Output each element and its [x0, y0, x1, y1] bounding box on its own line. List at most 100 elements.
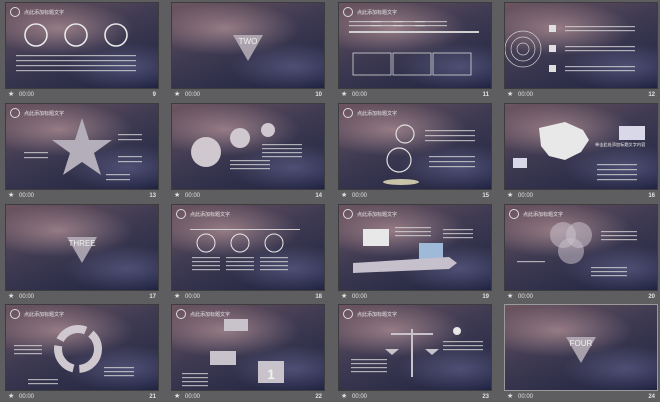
slide-preview[interactable]: 点此添加标题文字: [505, 205, 657, 290]
text-line: [425, 130, 475, 132]
slide-preview[interactable]: 点此添加标题文字: [339, 3, 491, 88]
header-badge: [176, 209, 186, 219]
slide-preview[interactable]: [505, 3, 657, 88]
text-line: [24, 157, 48, 159]
slide-thumbnail-22[interactable]: 1 点此添加标题文字 ★ 00:00 22: [172, 305, 324, 402]
slide-footer: ★ 00:00 22: [172, 392, 324, 402]
slide-header: 点此添加标题文字: [343, 7, 397, 17]
slide-title: 点此添加标题文字: [523, 211, 564, 218]
text-line: [226, 265, 254, 267]
slide-preview[interactable]: 单击此处添加标题文字内容: [505, 104, 657, 189]
slide-timing: 00:00: [518, 193, 534, 199]
slide-preview[interactable]: 点此添加标题文字: [6, 3, 158, 88]
star-icon[interactable]: ★: [8, 91, 14, 99]
slide-preview[interactable]: THREE: [6, 205, 158, 290]
header-badge: [343, 209, 353, 219]
slide-thumbnail-15[interactable]: 点此添加标题文字 ★ 00:00 15: [339, 104, 491, 201]
slide-timing: 00:00: [19, 193, 35, 199]
section-label: FOUR: [570, 339, 593, 348]
star-icon[interactable]: ★: [8, 192, 14, 200]
text-line: [28, 383, 58, 385]
slide-title: 点此添加标题文字: [357, 110, 398, 117]
slide-preview[interactable]: 1 点此添加标题文字: [172, 305, 324, 390]
slide-thumbnail-23[interactable]: 点此添加标题文字 ★ 00:00 23: [339, 305, 491, 402]
slide-thumbnail-19[interactable]: 点此添加标题文字 ★ 00:00 19: [339, 205, 491, 302]
text-line: [395, 227, 431, 229]
progress-ring: [64, 23, 88, 47]
text-line: [96, 65, 136, 67]
slide-title: 点此添加标题文字: [357, 311, 398, 318]
slide-thumbnail-13[interactable]: 点此添加标题文字 ★ 00:00 13: [6, 104, 158, 201]
slide-number: 17: [149, 294, 156, 300]
star-icon[interactable]: ★: [8, 293, 14, 301]
slide-number: 20: [648, 294, 655, 300]
slide-thumbnail-18[interactable]: 点此添加标题文字 ★ 00:00 18: [172, 205, 324, 302]
text-line: [443, 229, 473, 231]
text-line: [96, 60, 136, 62]
flow-box: [224, 319, 248, 331]
slide-number: 11: [482, 92, 489, 98]
slide-preview[interactable]: [172, 104, 324, 189]
slide-thumbnail-11[interactable]: 点此添加标题文字 ★ 00:00 11: [339, 3, 491, 100]
text-line: [226, 261, 254, 263]
text-line: [106, 174, 130, 176]
star-icon[interactable]: ★: [341, 91, 347, 99]
slide-preview[interactable]: 点此添加标题文字: [6, 104, 158, 189]
slide-thumbnail-24[interactable]: FOUR ★ 00:00 24: [505, 305, 657, 402]
timeline-box: [352, 52, 392, 76]
icon-ring: [230, 233, 250, 253]
slide-preview[interactable]: 点此添加标题文字: [339, 205, 491, 290]
text-line: [106, 179, 130, 181]
slide-number: 12: [648, 92, 655, 98]
star-icon[interactable]: ★: [174, 192, 180, 200]
slide-preview[interactable]: 点此添加标题文字: [172, 205, 324, 290]
section-label: THREE: [68, 239, 95, 248]
star-icon[interactable]: ★: [341, 192, 347, 200]
text-line: [16, 60, 56, 62]
star-icon[interactable]: ★: [507, 192, 513, 200]
slide-timing: 00:00: [185, 294, 201, 300]
slide-thumbnail-12[interactable]: ★ 00:00 12: [505, 3, 657, 100]
slide-thumbnail-20[interactable]: 点此添加标题文字 ★ 00:00 20: [505, 205, 657, 302]
slide-footer: ★ 00:00 12: [505, 90, 657, 100]
star-icon[interactable]: ★: [174, 293, 180, 301]
slide-graphics: THREE: [67, 237, 97, 263]
text-line: [182, 385, 208, 387]
text-line: [601, 239, 637, 241]
slide-thumbnail-14[interactable]: ★ 00:00 14: [172, 104, 324, 201]
slide-footer: ★ 00:00 13: [6, 191, 158, 201]
star-icon[interactable]: ★: [507, 91, 513, 99]
icon-ring: [264, 233, 284, 253]
text-line: [425, 140, 475, 142]
text-line: [118, 139, 142, 141]
slide-footer: ★ 00:00 18: [172, 292, 324, 302]
slide-timing: 00:00: [518, 294, 534, 300]
text-line: [56, 65, 96, 67]
slide-thumbnail-16[interactable]: 单击此处添加标题文字内容 ★ 00:00 16: [505, 104, 657, 201]
star-icon[interactable]: ★: [507, 293, 513, 301]
slide-thumbnail-10[interactable]: TWO ★ 00:00 10: [172, 3, 324, 100]
text-line: [56, 55, 96, 57]
scale-beam: [391, 333, 433, 335]
header-badge: [343, 7, 353, 17]
slide-thumbnail-17[interactable]: THREE ★ 00:00 17: [6, 205, 158, 302]
slide-title: 点此添加标题文字: [357, 211, 398, 218]
slide-preview[interactable]: 点此添加标题文字: [339, 104, 491, 189]
slide-preview[interactable]: FOUR: [505, 305, 657, 390]
text-line: [429, 156, 475, 158]
text-line: [96, 55, 136, 57]
icon-dot: [453, 327, 461, 335]
slide-preview[interactable]: 点此添加标题文字: [339, 305, 491, 390]
star-icon[interactable]: ★: [341, 293, 347, 301]
slide-thumbnail-21[interactable]: 点此添加标题文字 ★ 00:00 21: [6, 305, 158, 402]
slide-preview[interactable]: TWO: [172, 3, 324, 88]
text-line: [597, 164, 637, 166]
slide-footer: ★ 00:00 9: [6, 90, 158, 100]
text-line: [192, 269, 220, 271]
ring: [386, 147, 412, 173]
slide-preview[interactable]: 点此添加标题文字: [6, 305, 158, 390]
star-icon[interactable]: ★: [174, 91, 180, 99]
slide-thumbnail-9[interactable]: 点此添加标题文字 ★ 00:00 9: [6, 3, 158, 100]
text-line: [230, 168, 270, 170]
slide-footer: ★ 00:00 17: [6, 292, 158, 302]
